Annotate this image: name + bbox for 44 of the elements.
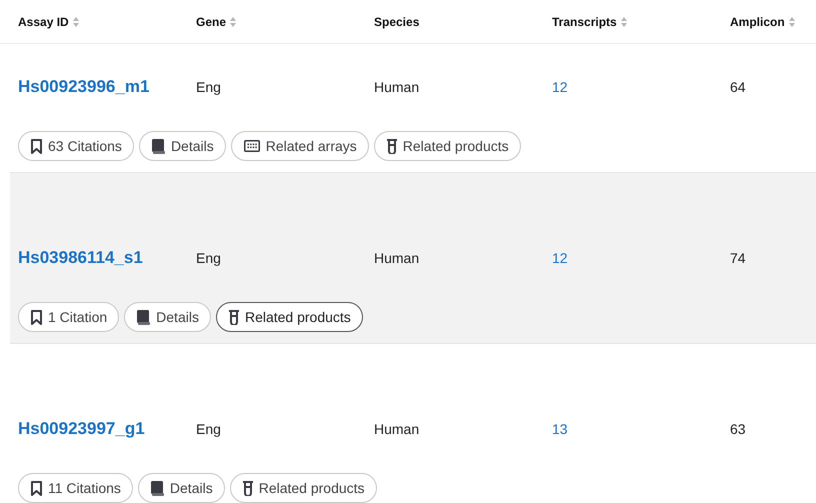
assay-id-link[interactable]: Hs03986114_s1	[18, 248, 143, 268]
book-icon	[137, 310, 150, 324]
gene-cell: Eng	[196, 250, 221, 266]
column-header[interactable]: Transcripts	[552, 14, 617, 28]
tube-icon	[386, 138, 397, 154]
column-header: Species	[374, 14, 420, 28]
species-cell: Human	[374, 79, 420, 95]
column-header[interactable]: Assay ID	[18, 14, 69, 28]
sort-icon[interactable]	[72, 16, 79, 26]
bookmark-icon	[31, 480, 42, 496]
details-button[interactable]: Details	[138, 131, 226, 161]
tube-icon	[242, 480, 253, 496]
grid-icon	[244, 140, 260, 152]
bookmark-icon	[31, 138, 42, 154]
products-button[interactable]: Related products	[374, 131, 521, 161]
amplicon-cell: 64	[730, 79, 746, 95]
assay-id-link[interactable]: Hs00923996_m1	[18, 77, 150, 97]
species-cell: Human	[374, 421, 420, 437]
assay-id-link[interactable]: Hs00923997_g1	[18, 419, 145, 439]
transcripts-link[interactable]: 13	[552, 421, 568, 437]
bookmark-icon	[31, 310, 42, 324]
products-button[interactable]: Related products	[216, 302, 363, 332]
sort-icon[interactable]	[620, 16, 627, 26]
details-button[interactable]: Details	[124, 302, 211, 332]
sort-icon[interactable]	[788, 16, 795, 26]
arrays-button[interactable]: Related arrays	[230, 131, 369, 161]
species-cell: Human	[374, 250, 420, 266]
citations-button[interactable]: 63 Citations	[18, 131, 134, 161]
amplicon-cell: 74	[730, 250, 746, 266]
citations-button[interactable]: 1 Citation	[18, 302, 120, 332]
details-button[interactable]: Details	[138, 473, 225, 503]
citations-button[interactable]: 11 Citations	[18, 473, 133, 503]
transcripts-link[interactable]: 12	[552, 79, 568, 95]
gene-cell: Eng	[196, 79, 221, 95]
products-button[interactable]: Related products	[230, 473, 377, 503]
book-icon	[150, 480, 164, 496]
sort-icon[interactable]	[230, 16, 236, 26]
transcripts-link[interactable]: 12	[552, 250, 568, 266]
amplicon-cell: 63	[730, 421, 746, 437]
book-icon	[152, 138, 165, 154]
tube-icon	[228, 310, 239, 324]
column-header[interactable]: Amplicon	[730, 14, 785, 28]
gene-cell: Eng	[196, 421, 221, 437]
column-header[interactable]: Gene	[196, 14, 226, 28]
